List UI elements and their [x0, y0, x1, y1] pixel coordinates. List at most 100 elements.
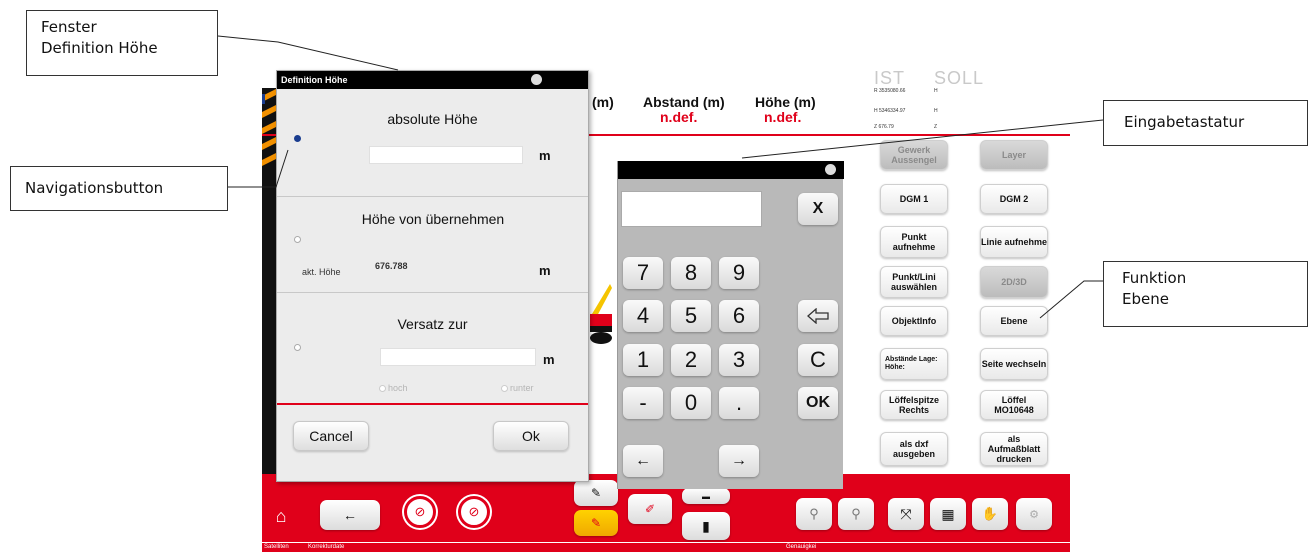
keypad-key[interactable]: 4 — [623, 300, 663, 332]
keypad-key[interactable]: 9 — [719, 257, 759, 289]
excavator-bucket-icon — [590, 284, 612, 344]
hoehe-value: n.def. — [764, 109, 802, 125]
keypad-key[interactable]: 8 — [671, 257, 711, 289]
offset-down-radio[interactable] — [501, 385, 508, 392]
offset-radio[interactable] — [294, 344, 301, 351]
offset-down-label: runter — [510, 383, 534, 393]
coord-h-soll: H — [934, 108, 938, 114]
soll-label: SOLL — [934, 68, 985, 88]
current-height-unit: m — [539, 263, 551, 278]
callout-fenster-line2: Definition Höhe — [41, 39, 158, 57]
function-button[interactable]: Punkt aufnehme — [880, 226, 948, 258]
signal-off-icon: ⊘ — [468, 504, 480, 519]
keypad-backspace-button[interactable] — [798, 300, 838, 332]
function-button[interactable]: DGM 1 — [880, 184, 948, 214]
definition-hoehe-dialog: Definition Höhe absolute Höhe m Höhe von… — [276, 70, 589, 482]
zoom-out-button[interactable]: ⚲ — [838, 498, 874, 530]
absolute-height-radio[interactable] — [294, 135, 301, 142]
coord-r-soll: H — [934, 88, 938, 94]
keypad-titlebar — [618, 161, 844, 179]
keypad-key[interactable]: . — [719, 387, 759, 419]
function-button[interactable]: Ebene — [980, 306, 1048, 336]
calculator-button[interactable]: ▦ — [930, 498, 966, 530]
offset-input[interactable] — [380, 348, 536, 366]
abstand-label: Abstand (m) — [643, 94, 725, 110]
height-from-radio[interactable] — [294, 236, 301, 243]
flat-bar-icon: ▬ — [702, 491, 710, 501]
keypad-key[interactable]: 6 — [719, 300, 759, 332]
ok-button[interactable]: Ok — [493, 421, 569, 451]
coord-z: Z 676.79 — [874, 124, 894, 130]
keypad-key[interactable]: 0 — [671, 387, 711, 419]
offset-up-radio[interactable] — [379, 385, 386, 392]
function-button[interactable]: Löffelspitze Rechts — [880, 390, 948, 420]
keypad-key[interactable]: 5 — [671, 300, 711, 332]
callout-funktion-line1: Funktion — [1122, 269, 1187, 287]
keypad-ok-button[interactable]: OK — [798, 387, 838, 419]
function-button[interactable]: DGM 2 — [980, 184, 1048, 214]
cancel-button[interactable]: Cancel — [293, 421, 369, 451]
input-keypad-window: X 789 456 123 -0. C OK ← → — [617, 161, 844, 489]
back-arrow-icon: ← — [343, 507, 357, 523]
zoom-out-icon: ⚲ — [851, 506, 861, 521]
function-button[interactable]: Abstände Lage: Höhe: — [880, 348, 948, 380]
keypad-key[interactable]: 2 — [671, 344, 711, 376]
eraser-icon: ✐ — [644, 502, 656, 516]
satellite-off-icon: ⊘ — [414, 504, 426, 519]
header-partial-unit: (m) — [592, 94, 614, 110]
home-icon[interactable]: ⌂ — [270, 506, 292, 528]
vertical-bar-icon: ▮ — [702, 517, 710, 534]
absolute-height-input[interactable] — [369, 146, 523, 164]
function-button[interactable]: als dxf ausgeben — [880, 432, 948, 466]
keypad-left-arrow-button[interactable]: ← — [623, 445, 663, 477]
keypad-key[interactable]: 3 — [719, 344, 759, 376]
keypad-key[interactable]: 7 — [623, 257, 663, 289]
function-button[interactable]: als Aufmaßblatt drucken — [980, 432, 1048, 466]
coord-h: H 5346334.97 — [874, 108, 906, 114]
status-bar: Satelliten Korrekturdate Genauigkei — [262, 542, 1070, 552]
layer-vertical-button[interactable]: ▮ — [682, 512, 730, 540]
keypad-clear-all-button[interactable]: X — [798, 193, 838, 225]
pen-icon: ✎ — [590, 486, 602, 500]
status-korrekturdate: Korrekturdate — [308, 544, 345, 550]
dialog-close-icon[interactable] — [531, 74, 542, 85]
backspace-arrow-icon — [807, 308, 829, 324]
keypad-key[interactable]: - — [623, 387, 663, 419]
keypad-right-arrow-button[interactable]: → — [719, 445, 759, 477]
zoom-in-button[interactable]: ⚲ — [796, 498, 832, 530]
back-button[interactable]: ← — [320, 500, 380, 530]
settings-button[interactable]: ⚙ — [1016, 498, 1052, 530]
function-button[interactable]: 2D/3D — [980, 266, 1048, 298]
function-button[interactable]: Linie aufnehme — [980, 226, 1048, 258]
keypad-display[interactable] — [621, 191, 762, 227]
no-signal-button[interactable]: ⊘ — [458, 496, 490, 528]
fit-view-icon: ⤧ — [900, 505, 912, 522]
zoom-in-icon: ⚲ — [809, 506, 819, 521]
ist-label: IST — [874, 68, 906, 88]
function-button[interactable]: Punkt/Lini auswählen — [880, 266, 948, 298]
function-button[interactable]: ObjektInfo — [880, 306, 948, 336]
offset-unit: m — [543, 352, 555, 367]
dialog-title: Definition Höhe — [281, 75, 348, 85]
tool-pen-button[interactable]: ✎ — [574, 480, 618, 506]
tool-pen-active-button[interactable]: ✎ — [574, 510, 618, 536]
keypad-key[interactable]: 1 — [623, 344, 663, 376]
abstand-value: n.def. — [660, 109, 698, 125]
tool-eraser-button[interactable]: ✐ — [628, 494, 672, 524]
height-from-label: Höhe von übernehmen — [361, 211, 505, 227]
callout-navigationsbutton: Navigationsbutton — [10, 166, 228, 211]
pan-button[interactable]: ✋ — [972, 498, 1008, 530]
function-button[interactable]: Seite wechseln — [980, 348, 1048, 380]
layer-flat-button[interactable]: ▬ — [682, 488, 730, 504]
no-satellite-button[interactable]: ⊘ — [404, 496, 436, 528]
screenshot-stage: (m) Abstand (m) n.def. Höhe (m) n.def. I… — [0, 0, 1308, 553]
current-height-label: akt. Höhe — [302, 267, 341, 277]
keypad-clear-button[interactable]: C — [798, 344, 838, 376]
status-genauigkeit: Genauigkei — [786, 544, 817, 550]
pen-active-icon: ✎ — [590, 516, 602, 530]
function-button[interactable]: Gewerk Aussengel — [880, 140, 948, 170]
keypad-close-icon[interactable] — [825, 164, 836, 175]
function-button[interactable]: Löffel MO10648 — [980, 390, 1048, 420]
fit-view-button[interactable]: ⤧ — [888, 498, 924, 530]
function-button[interactable]: Layer — [980, 140, 1048, 170]
